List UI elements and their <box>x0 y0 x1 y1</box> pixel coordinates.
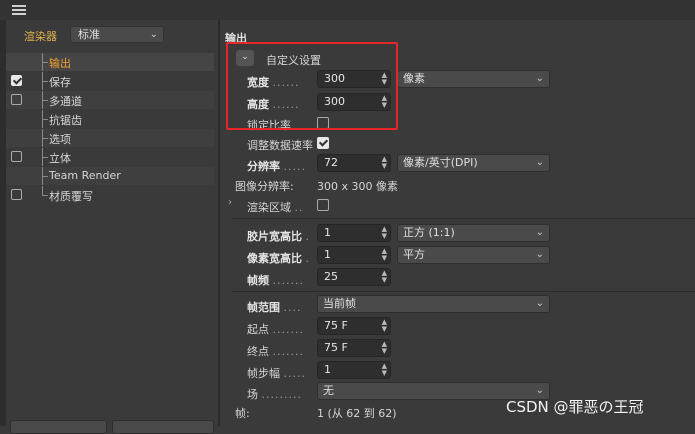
chevron-down-icon: ⌄ <box>535 227 544 238</box>
chevron-down-icon: ⌄ <box>535 73 544 84</box>
renderer-value: 标准 <box>78 28 100 41</box>
menu-icon[interactable] <box>12 5 26 15</box>
pixel-aspect-dropdown[interactable]: 平方 ⌄ <box>397 246 550 264</box>
sidebar-item-output[interactable]: 输出 <box>6 53 214 71</box>
film-aspect-label: 胶片宽高比 . <box>247 230 310 243</box>
end-label: 终点 ....... <box>247 345 304 358</box>
watermark-text: CSDN @罪恶の王冠 <box>506 398 644 416</box>
field-label: 场 ......... <box>247 388 302 401</box>
resolution-input[interactable]: 72 ▲ ▼ <box>317 154 391 172</box>
resolution-unit-dropdown[interactable]: 像素/英寸(DPI) ⌄ <box>397 154 550 172</box>
frames-value: 1 (从 62 到 62) <box>317 407 397 420</box>
adjust-rate-checkbox[interactable] <box>317 137 329 149</box>
renderer-label: 渲染器 <box>24 30 57 43</box>
sidebar-item-team-render[interactable]: Team Render <box>6 167 214 185</box>
fps-label: 帧频 ....... <box>247 274 304 287</box>
material-override-checkbox[interactable] <box>11 189 22 200</box>
highlight-box <box>226 42 398 130</box>
resolution-label: 分辨率 ..... <box>247 160 306 173</box>
sidebar-item-multipass[interactable]: 多通道 <box>6 91 214 109</box>
stereo-checkbox[interactable] <box>11 151 22 162</box>
divider <box>232 291 695 292</box>
film-aspect-dropdown[interactable]: 正方 (1:1) ⌄ <box>397 224 550 242</box>
frames-label: 帧: <box>235 407 250 420</box>
sidebar-item-save[interactable]: 保存 <box>6 72 214 90</box>
start-input[interactable]: 75 F ▲ ▼ <box>317 317 391 335</box>
film-aspect-input[interactable]: 1 ▲ ▼ <box>317 224 391 242</box>
save-checkbox[interactable] <box>11 75 22 86</box>
chevron-down-icon: ⌄ <box>535 298 544 309</box>
multipass-button[interactable] <box>112 420 214 434</box>
multipass-checkbox[interactable] <box>11 94 22 105</box>
frame-step-label: 帧步幅 ..... <box>247 367 306 380</box>
frame-step-input[interactable]: 1 ▲ ▼ <box>317 361 391 379</box>
spinner-icon[interactable]: ▲ ▼ <box>382 363 387 377</box>
frame-range-label: 帧范围 .... <box>247 301 302 314</box>
chevron-down-icon: ⌄ <box>535 157 544 168</box>
sidebar-item-stereo[interactable]: 立体 <box>6 148 214 166</box>
start-label: 起点 ....... <box>247 323 304 336</box>
sidebar-item-label: 选项 <box>49 133 71 146</box>
sidebar-item-label: 抗锯齿 <box>49 114 82 127</box>
render-region-label: 渲染区域 .. <box>247 201 304 214</box>
render-region-checkbox[interactable] <box>317 199 329 211</box>
spinner-icon[interactable]: ▲ ▼ <box>382 319 387 333</box>
spinner-icon[interactable]: ▲ ▼ <box>382 226 387 240</box>
sidebar-item-label: Team Render <box>49 169 121 182</box>
top-bar <box>0 0 695 21</box>
chevron-down-icon: ⌄ <box>149 29 158 40</box>
image-resolution-label: 图像分辨率: <box>235 180 294 193</box>
sidebar-item-label: 立体 <box>49 152 71 165</box>
sidebar-item-options[interactable]: 选项 <box>6 129 214 147</box>
frame-range-dropdown[interactable]: 当前帧 ⌄ <box>317 295 550 313</box>
pixel-aspect-input[interactable]: 1 ▲ ▼ <box>317 246 391 264</box>
spinner-icon[interactable]: ▲ ▼ <box>382 341 387 355</box>
spinner-icon[interactable]: ▲ ▼ <box>382 156 387 170</box>
chevron-right-icon[interactable]: › <box>228 197 232 208</box>
sidebar-item-label: 多通道 <box>49 95 82 108</box>
pixel-aspect-label: 像素宽高比 . <box>247 252 310 265</box>
image-resolution-value: 300 x 300 像素 <box>317 180 398 193</box>
size-unit-dropdown[interactable]: 像素 ⌄ <box>397 70 550 88</box>
fps-input[interactable]: 25 ▲ ▼ <box>317 268 391 286</box>
end-input[interactable]: 75 F ▲ ▼ <box>317 339 391 357</box>
renderer-dropdown[interactable]: 标准 ⌄ <box>70 26 164 43</box>
sidebar-item-antialiasing[interactable]: 抗锯齿 <box>6 110 214 128</box>
sidebar-item-label: 输出 <box>49 57 71 70</box>
chevron-down-icon: ⌄ <box>535 249 544 260</box>
divider <box>232 218 695 219</box>
sidebar-item-material-override[interactable]: 材质覆写 <box>6 186 214 204</box>
effects-button[interactable] <box>10 420 107 434</box>
sidebar-item-label: 保存 <box>49 76 71 89</box>
spinner-icon[interactable]: ▲ ▼ <box>382 270 387 284</box>
spinner-icon[interactable]: ▲ ▼ <box>382 248 387 262</box>
sidebar-item-label: 材质覆写 <box>49 190 93 203</box>
adjust-rate-label: 调整数据速率 <box>247 139 313 152</box>
